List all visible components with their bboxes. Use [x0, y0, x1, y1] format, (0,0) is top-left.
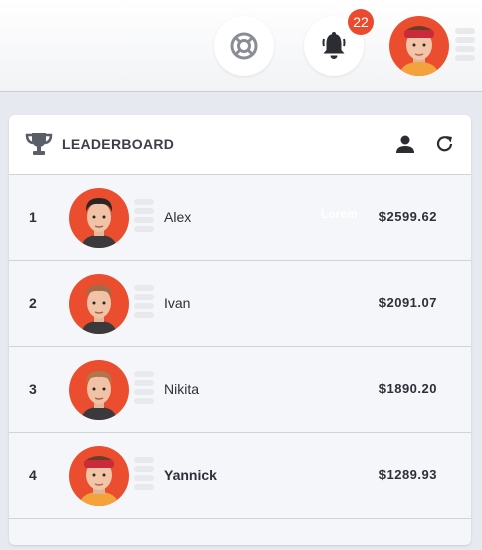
player-name: Ivan — [164, 295, 191, 311]
avatar-light-hair-face — [81, 285, 117, 334]
avatar-dark-hair-face — [81, 198, 117, 248]
player-avatar — [69, 274, 129, 334]
rank-number: 2 — [29, 295, 37, 311]
rank-number: 4 — [29, 467, 37, 483]
avatar-light-hair-face — [81, 371, 117, 420]
leaderboard-row[interactable]: 4 Yannick $1289.93 — [9, 433, 471, 519]
leaderboard-header: LEADERBOARD — [9, 115, 471, 175]
player-amount: $1890.20 — [378, 381, 437, 396]
player-info-placeholder — [134, 457, 154, 490]
player-info-placeholder — [134, 199, 154, 232]
player-name: Nikita — [164, 381, 200, 397]
refresh-icon[interactable] — [435, 134, 455, 154]
notification-count-badge: 22 — [348, 9, 374, 35]
player-avatar — [69, 188, 129, 248]
leaderboard-card: LEADERBOARD 1 Alex Lorem $2599.62 2 Ivan… — [9, 115, 471, 545]
bell-icon — [322, 32, 346, 59]
user-avatar[interactable] — [389, 16, 449, 76]
trophy-icon — [25, 133, 53, 155]
player-info-placeholder — [134, 285, 154, 318]
player-name: Alex — [164, 209, 192, 225]
top-bar: 22 — [0, 0, 482, 92]
player-amount: $2091.07 — [378, 295, 437, 310]
player-info-placeholder — [134, 371, 154, 404]
player-amount: $1289.93 — [378, 467, 437, 482]
leaderboard-title: LEADERBOARD — [62, 136, 175, 152]
avatar-bandana-face — [399, 26, 439, 76]
player-avatar — [69, 446, 129, 506]
leaderboard-row[interactable]: 3 Nikita $1890.20 — [9, 347, 471, 433]
player-avatar — [69, 360, 129, 420]
placeholder-text: Lorem — [321, 207, 358, 221]
rank-number: 3 — [29, 381, 37, 397]
user-info-placeholder — [455, 28, 475, 61]
rank-number: 1 — [29, 209, 37, 225]
player-amount: $2599.62 — [378, 209, 437, 224]
help-button[interactable] — [214, 16, 274, 76]
leaderboard-row[interactable]: 1 Alex Lorem $2599.62 — [9, 175, 471, 261]
avatar-bandana-face — [79, 456, 119, 506]
lifebuoy-icon — [230, 32, 258, 60]
player-name: Yannick — [164, 467, 217, 483]
leaderboard-row[interactable]: 2 Ivan $2091.07 — [9, 261, 471, 347]
person-icon[interactable] — [395, 134, 415, 154]
